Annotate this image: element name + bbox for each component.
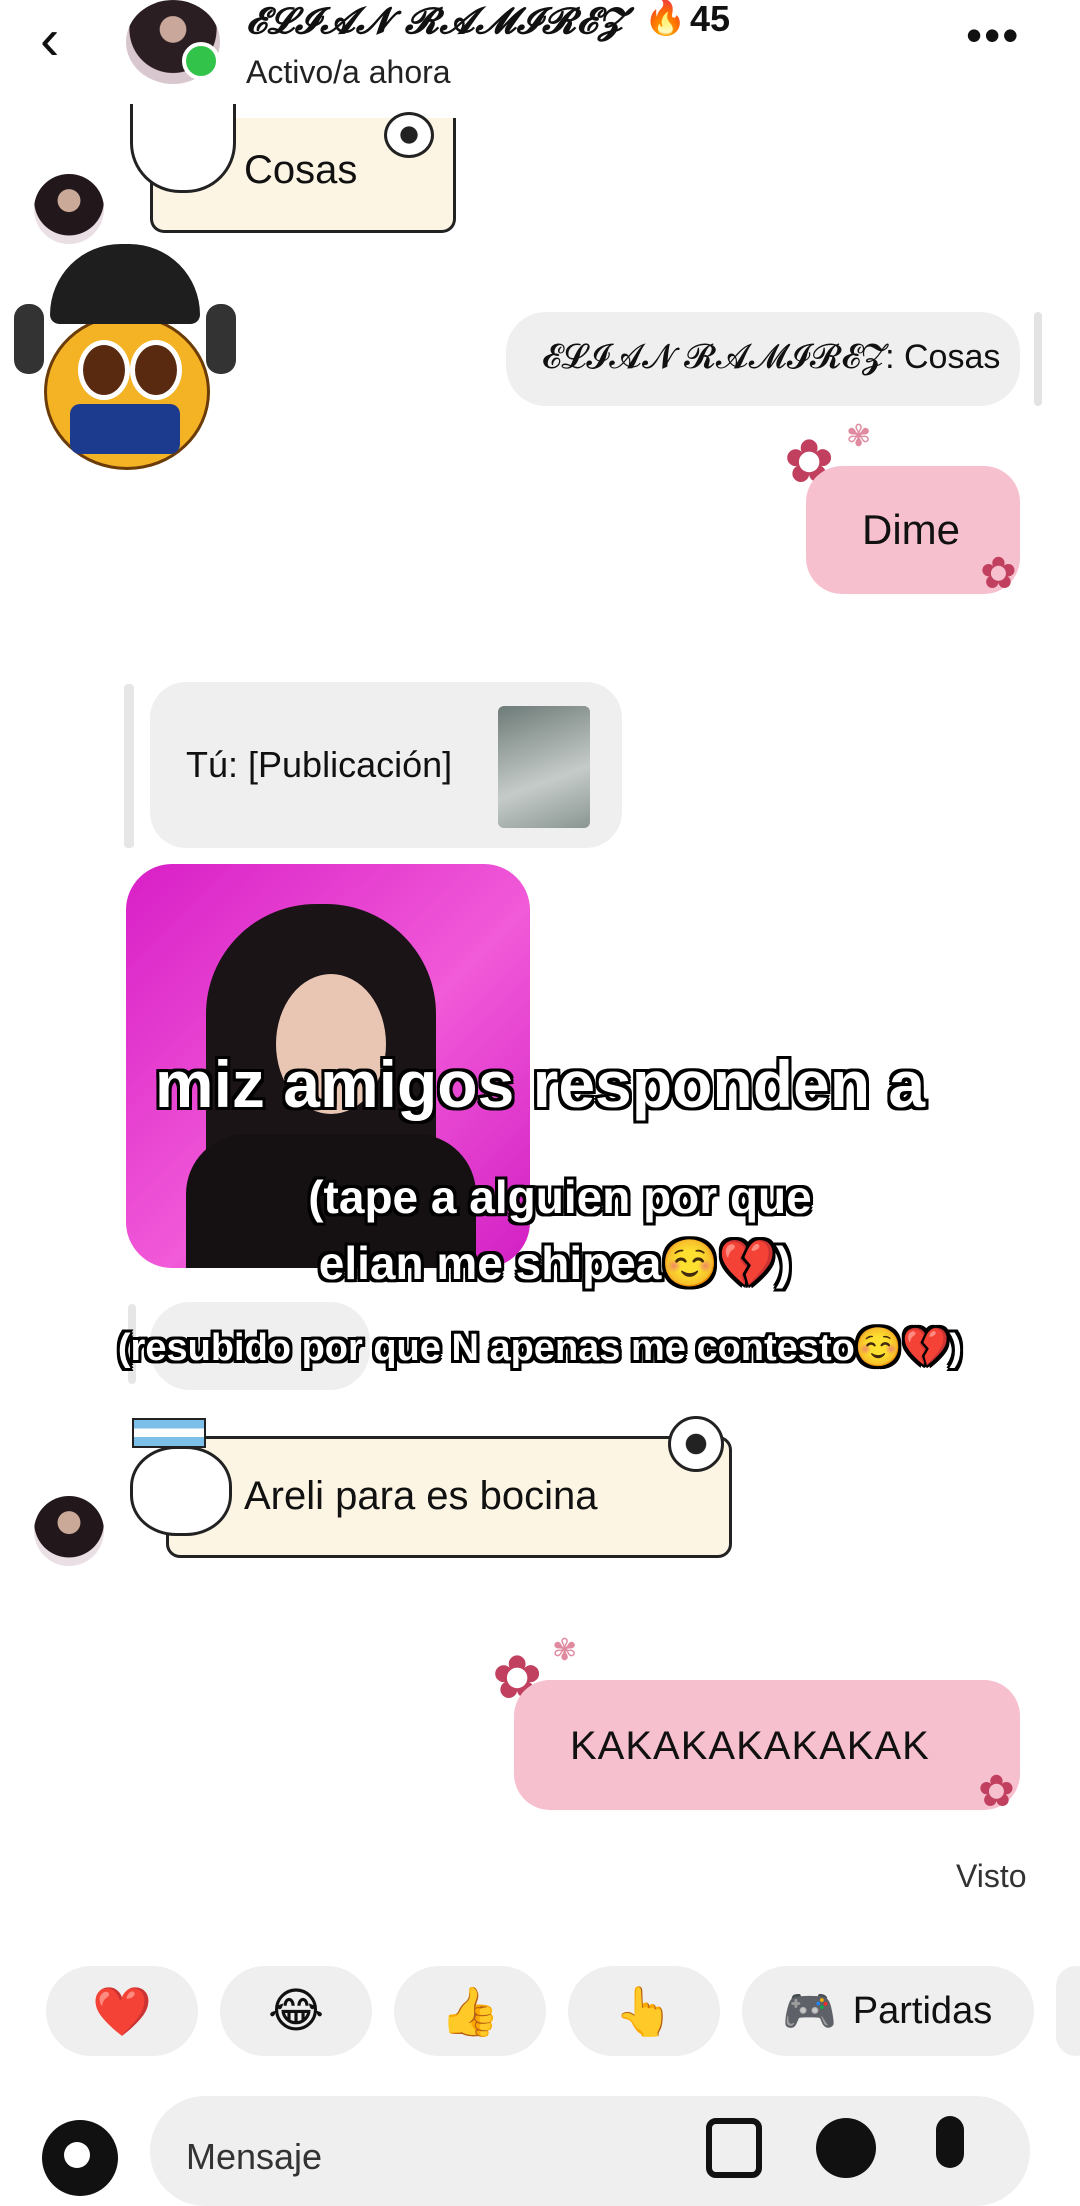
flower-icon: ✿ bbox=[978, 1767, 1015, 1816]
post-thumbnail bbox=[498, 706, 590, 828]
soccer-ball-icon bbox=[384, 112, 434, 158]
eye-left bbox=[78, 340, 130, 400]
quick-reply-more[interactable] bbox=[1056, 1966, 1080, 2056]
sender-avatar bbox=[34, 1496, 104, 1566]
small-flower-icon: ✾ bbox=[846, 420, 872, 453]
quick-reply-thumbs[interactable]: 👍 bbox=[394, 1966, 546, 2056]
quick-reply-laugh[interactable]: 😂 bbox=[220, 1966, 372, 2056]
message-placeholder: Mensaje bbox=[186, 2136, 323, 2177]
jersey bbox=[70, 404, 180, 454]
sticker-text: Areli para es bocina bbox=[244, 1474, 598, 1518]
message-input[interactable]: Mensaje bbox=[150, 2096, 1030, 2206]
character-sticker[interactable] bbox=[14, 244, 236, 470]
online-status-icon bbox=[182, 42, 220, 80]
more-options-icon[interactable]: ••• bbox=[966, 12, 1020, 58]
quick-reply-heart[interactable]: ❤️ bbox=[46, 1966, 198, 2056]
microphone-icon[interactable] bbox=[936, 2116, 964, 2168]
sent-message-bubble[interactable]: KAKAKAKAKAKAK bbox=[514, 1680, 1020, 1810]
sticker-text: Cosas bbox=[244, 148, 358, 192]
games-button[interactable]: 🎮 Partidas bbox=[742, 1966, 1034, 2056]
dog-sticker-icon bbox=[130, 1446, 232, 1536]
camera-lens bbox=[64, 2142, 90, 2168]
overlay-caption-note: (resubido por que N apenas me contesto☺️… bbox=[117, 1327, 963, 1369]
gamepad-icon: 🎮 bbox=[782, 1987, 837, 2036]
message-text: Dime bbox=[862, 506, 961, 553]
reply-preview-text: 𝓔𝓛𝓘𝓐𝓝 𝓡𝓐𝓜𝓘𝓡𝓔𝓩: Cosas bbox=[542, 338, 1001, 376]
heart-icon: ❤️ bbox=[92, 1985, 152, 2039]
seen-indicator: Visto bbox=[956, 1858, 1027, 1894]
overlay-caption-title: miz amigos responden a bbox=[154, 1047, 926, 1121]
thumbs-up-icon: 👍 bbox=[440, 1985, 500, 2039]
games-label: Partidas bbox=[852, 1989, 993, 2032]
cap-icon bbox=[50, 244, 200, 324]
soccer-ball-icon bbox=[668, 1416, 724, 1472]
shared-post-bubble[interactable]: Tú: [Publicación] bbox=[150, 682, 622, 848]
headphone-right-icon bbox=[206, 304, 236, 374]
small-flower-icon: ✾ bbox=[552, 1634, 578, 1667]
quick-reply-point[interactable]: 👆 bbox=[568, 1966, 720, 2056]
headphone-left-icon bbox=[14, 304, 44, 374]
streak-fire-icon: 🔥 bbox=[644, 0, 687, 37]
reply-bar bbox=[124, 684, 134, 848]
overlay-caption-line: (tape a alguien por que bbox=[308, 1171, 812, 1223]
reply-bar bbox=[1034, 312, 1042, 406]
contact-name[interactable]: 𝓔𝓛𝓘𝓐𝓝 𝓡𝓐𝓜𝓘𝓡𝓔𝓩 bbox=[246, 0, 625, 43]
argentina-flag-icon bbox=[132, 1418, 206, 1448]
reply-preview-bubble[interactable]: 𝓔𝓛𝓘𝓐𝓝 𝓡𝓐𝓜𝓘𝓡𝓔𝓩: Cosas bbox=[506, 312, 1020, 406]
gallery-icon[interactable] bbox=[706, 2118, 762, 2178]
sticker-message[interactable]: Areli para es bocina bbox=[166, 1436, 750, 1558]
pointing-up-icon: 👆 bbox=[614, 1985, 674, 2039]
shared-post-text: Tú: [Publicación] bbox=[186, 744, 453, 785]
message-text: KAKAKAKAKAKAK bbox=[570, 1724, 930, 1768]
flower-icon: ✿ bbox=[980, 549, 1017, 598]
camera-icon[interactable] bbox=[42, 2120, 118, 2196]
eye-right bbox=[130, 340, 182, 400]
sender-avatar bbox=[34, 174, 104, 244]
laughing-face-icon: 😂 bbox=[267, 1985, 325, 2038]
active-status: Activo/a ahora bbox=[246, 54, 451, 90]
streak-count: 45 bbox=[690, 0, 731, 39]
back-icon[interactable]: ‹ bbox=[40, 10, 100, 70]
chat-header: ‹ 𝓔𝓛𝓘𝓐𝓝 𝓡𝓐𝓜𝓘𝓡𝓔𝓩 🔥 45 Activo/a ahora ••• bbox=[0, 0, 1080, 110]
sticker-icon[interactable] bbox=[816, 2118, 876, 2178]
overlay-caption-line: elian me shipea☺️💔) bbox=[318, 1237, 792, 1289]
